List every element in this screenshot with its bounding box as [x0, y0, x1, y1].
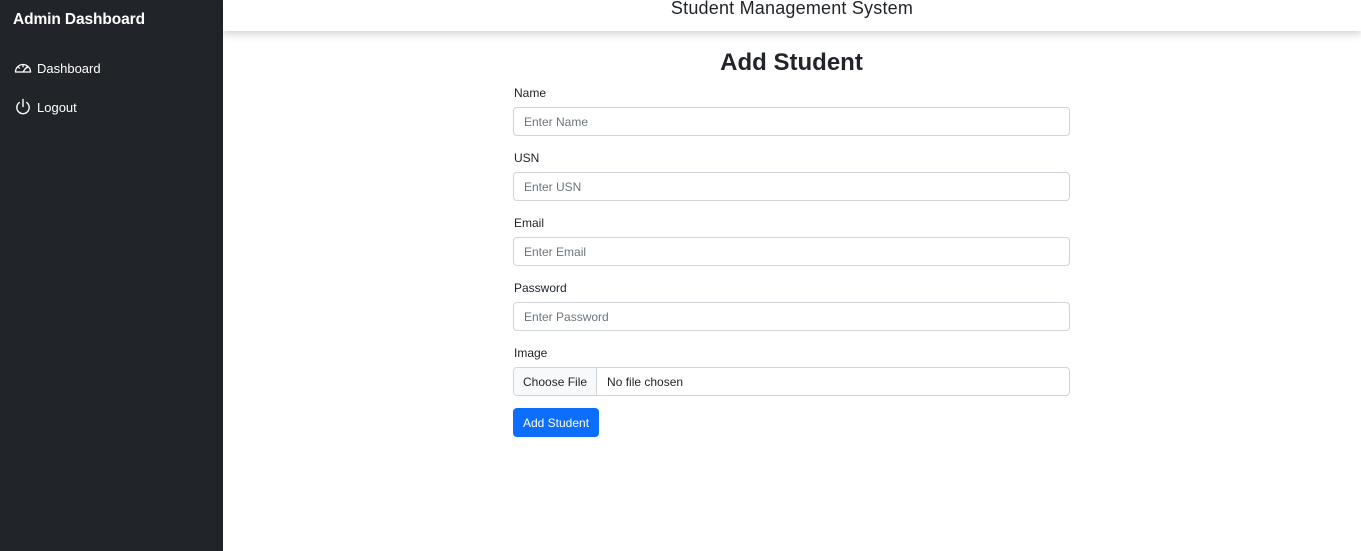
name-label: Name — [514, 86, 547, 100]
email-label: Email — [514, 216, 545, 230]
page-title: Add Student — [720, 49, 863, 76]
password-input[interactable] — [513, 302, 1070, 331]
sidebar: Admin Dashboard Dashboard Logout — [0, 0, 223, 551]
choose-file-button[interactable]: Choose File — [514, 368, 598, 395]
speedometer-icon — [13, 58, 33, 78]
sidebar-item-logout[interactable]: Logout — [13, 95, 77, 119]
sidebar-item-label: Logout — [37, 99, 77, 115]
usn-input[interactable] — [513, 172, 1070, 201]
top-navbar: Student Management System — [223, 0, 1361, 31]
add-student-button[interactable]: Add Student — [513, 408, 599, 437]
sidebar-item-dashboard[interactable]: Dashboard — [13, 56, 101, 80]
usn-label: USN — [514, 151, 540, 165]
app-title: Student Management System — [670, 0, 914, 18]
sidebar-brand: Admin Dashboard — [13, 11, 145, 28]
password-label: Password — [514, 281, 567, 295]
power-icon — [13, 97, 33, 117]
image-label: Image — [514, 346, 548, 360]
file-status-text: No file chosen — [607, 374, 684, 389]
email-input[interactable] — [513, 237, 1070, 266]
name-input[interactable] — [513, 107, 1070, 136]
sidebar-item-label: Dashboard — [37, 60, 101, 76]
image-file-input[interactable]: Choose File No file chosen — [513, 367, 1070, 396]
